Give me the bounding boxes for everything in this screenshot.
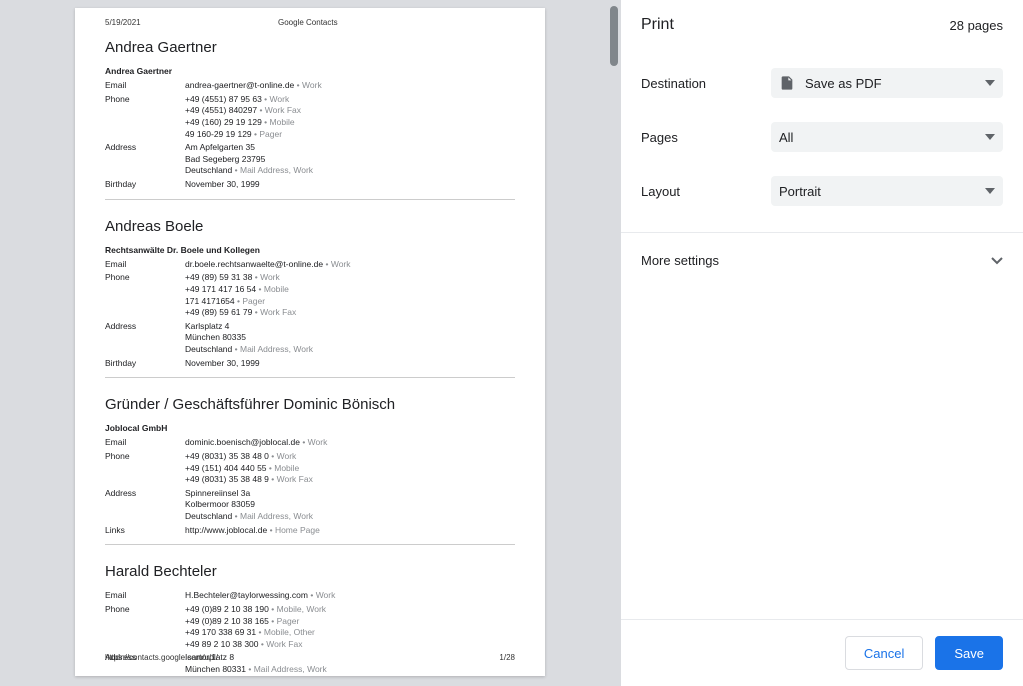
caret-down-icon — [985, 188, 995, 194]
layout-select[interactable]: Portrait — [771, 176, 1003, 206]
page-date: 5/19/2021 — [105, 18, 141, 27]
birthday-row: BirthdayNovember 30, 1999 — [105, 179, 515, 191]
address-row: AddressSpinnereiinsel 3aKolbermoor 83059… — [105, 488, 515, 523]
email-row: Emaildr.boele.rechtsanwaelte@t-online.de… — [105, 259, 515, 271]
print-preview-pane: 5/19/2021 Google Contacts Andrea Gaertne… — [0, 0, 620, 686]
phone-row: Phone+49 (0)89 2 10 38 190 • Mobile, Wor… — [105, 604, 515, 651]
caret-down-icon — [985, 134, 995, 140]
page-footer-url: https://contacts.google.com/u/1/ — [105, 653, 218, 662]
destination-label: Destination — [641, 76, 771, 91]
destination-select[interactable]: Save as PDF — [771, 68, 1003, 98]
phone-row: Phone+49 (4551) 87 95 63 • Work+49 (4551… — [105, 94, 515, 141]
address-row: AddressAm Apfelgarten 35Bad Segeberg 237… — [105, 142, 515, 177]
page-doc-title: Google Contacts — [141, 18, 475, 27]
layout-row: Layout Portrait — [641, 164, 1003, 218]
preview-scrollbar[interactable] — [610, 6, 618, 66]
pages-select[interactable]: All — [771, 122, 1003, 152]
chevron-down-icon — [991, 257, 1003, 265]
contact-name: Andrea Gaertner — [105, 39, 515, 56]
preview-page: 5/19/2021 Google Contacts Andrea Gaertne… — [75, 8, 545, 676]
caret-down-icon — [985, 80, 995, 86]
contact-block: Andrea Gaertner Andrea Gaertner Emailandre… — [105, 39, 515, 191]
layout-value: Portrait — [779, 184, 821, 199]
destination-value: Save as PDF — [805, 76, 882, 91]
phone-row: Phone+49 (8031) 35 38 48 0 • Work+49 (15… — [105, 451, 515, 486]
links-row: Linkshttp://www.joblocal.de • Home Page — [105, 525, 515, 537]
destination-row: Destination Save as PDF — [641, 56, 1003, 110]
contact-name: Gründer / Geschäftsführer Dominic Bönisc… — [105, 396, 515, 413]
email-row: Emaildominic.boenisch@joblocal.de • Work — [105, 437, 515, 449]
email-row: EmailH.Bechteler@taylorwessing.com • Wor… — [105, 590, 515, 602]
page-header: 5/19/2021 Google Contacts — [105, 18, 515, 27]
pages-label: Pages — [641, 130, 771, 145]
more-settings-toggle[interactable]: More settings — [621, 233, 1023, 288]
email-row: Emailandrea-gaertner@t-online.de • Work — [105, 80, 515, 92]
contact-name: Andreas Boele — [105, 218, 515, 235]
contact-subtitle: Joblocal GmbH — [105, 423, 515, 433]
address-row: AddressKarlsplatz 4München 80335Deutschl… — [105, 321, 515, 356]
cancel-button[interactable]: Cancel — [845, 636, 923, 670]
print-settings-panel: Print 28 pages Destination Save as PDF P… — [620, 0, 1023, 686]
dialog-actions: Cancel Save — [621, 619, 1023, 686]
print-title: Print — [641, 16, 674, 34]
print-header: Print 28 pages — [621, 0, 1023, 50]
page-count: 28 pages — [950, 18, 1004, 33]
contact-subtitle: Rechtsanwälte Dr. Boele und Kollegen — [105, 245, 515, 255]
contact-block: Gründer / Geschäftsführer Dominic Bönisc… — [105, 377, 515, 536]
page-footer-pagination: 1/28 — [499, 653, 515, 662]
contact-name: Harald Bechteler — [105, 563, 515, 580]
contact-subtitle: Andrea Gaertner — [105, 66, 515, 76]
phone-row: Phone+49 (89) 59 31 38 • Work+49 171 417… — [105, 272, 515, 319]
layout-label: Layout — [641, 184, 771, 199]
basic-settings: Destination Save as PDF Pages All L — [621, 50, 1023, 233]
pages-value: All — [779, 130, 793, 145]
pdf-icon — [779, 75, 795, 91]
page-footer: https://contacts.google.com/u/1/ 1/28 — [105, 653, 515, 662]
pages-row: Pages All — [641, 110, 1003, 164]
save-button[interactable]: Save — [935, 636, 1003, 670]
birthday-row: BirthdayNovember 30, 1999 — [105, 358, 515, 370]
more-settings-label: More settings — [641, 253, 719, 268]
contact-block: Andreas Boele Rechtsanwälte Dr. Boele und… — [105, 199, 515, 370]
